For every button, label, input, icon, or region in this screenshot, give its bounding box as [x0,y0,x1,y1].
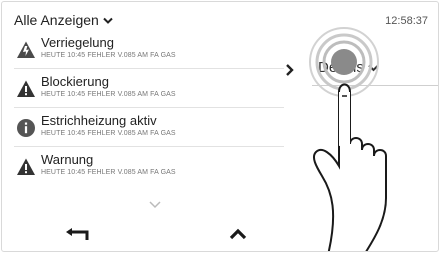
message-title: Blockierung [41,74,109,89]
warning-triangle-icon [17,80,35,97]
message-subtitle: HEUTE 10:45 FEHLER V.085 AM FA GAS [41,91,176,98]
warning-triangle-icon [17,158,35,175]
back-arrow-icon[interactable] [65,227,91,243]
message-title: Warnung [41,152,94,167]
message-subtitle: HEUTE 10:45 FEHLER V.085 AM FA GAS [41,130,176,137]
info-circle-icon [17,119,35,137]
message-item-verriegelung[interactable]: Verriegelung HEUTE 10:45 FEHLER V.085 AM… [14,30,284,69]
message-list: Verriegelung HEUTE 10:45 FEHLER V.085 AM… [14,30,284,185]
message-title: Estrichheizung aktiv [41,113,157,128]
filter-dropdown[interactable]: Alle Anzeigen [14,12,113,28]
chevron-up-icon[interactable] [228,226,248,242]
message-subtitle: HEUTE 10:45 FEHLER V.085 AM FA GAS [41,169,176,176]
filter-label: Alle Anzeigen [14,12,99,28]
message-title: Verriegelung [41,35,114,50]
chevron-down-icon [103,17,113,24]
message-item-blockierung[interactable]: Blockierung HEUTE 10:45 FEHLER V.085 AM … [14,69,284,108]
chevron-down-icon[interactable] [148,200,162,210]
message-item-warnung[interactable]: Warnung HEUTE 10:45 FEHLER V.085 AM FA G… [14,147,284,185]
message-subtitle: HEUTE 10:45 FEHLER V.085 AM FA GAS [41,52,176,59]
device-screen: Alle Anzeigen 12:58:37 Verriegelung HEUT… [1,1,439,252]
touch-gesture-icon [309,27,387,251]
message-item-estrichheizung[interactable]: Estrichheizung aktiv HEUTE 10:45 FEHLER … [14,108,284,147]
chevron-right-icon[interactable] [285,63,295,77]
lock-warning-icon [17,41,35,58]
